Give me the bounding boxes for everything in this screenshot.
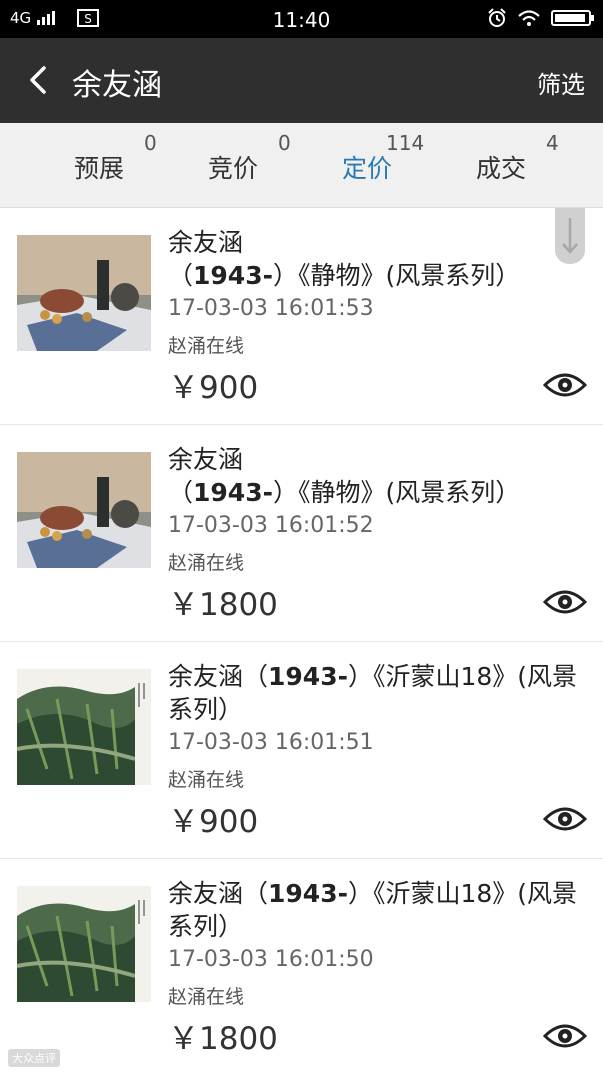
tab-bidding[interactable]: 竞价 0 [208,123,328,207]
item-seller: 赵涌在线 [168,335,245,357]
tab-bar: 预展 0 竞价 0 定价 114 成交 4 [0,123,603,208]
item-seller: 赵涌在线 [168,986,245,1008]
tab-preview[interactable]: 预展 0 [74,123,194,207]
eye-icon[interactable] [543,1022,587,1050]
tab-count: 0 [278,131,291,155]
list-item[interactable]: 余友涵（1943-）《静物》(风景系列） 17-03-03 16:01:52 赵… [0,425,603,642]
watermark: 大众点评 [8,1049,60,1067]
status-right [487,8,594,28]
tab-count: 0 [144,131,157,155]
item-title: 余友涵（1943-）《沂蒙山18》(风景系列） [168,662,578,724]
item-time: 17-03-03 16:01:52 [168,513,374,538]
item-title: 余友涵（1943-）《沂蒙山18》(风景系列） [168,879,578,941]
list-item[interactable]: 余友涵（1943-）《静物》(风景系列） 17-03-03 16:01:53 赵… [0,208,603,425]
eye-icon[interactable] [543,805,587,833]
artwork-thumbnail [17,235,151,351]
status-bar: 4G S 11:40 [0,0,603,38]
tab-count: 4 [546,131,559,155]
tab-label: 定价 [342,154,393,183]
eye-icon[interactable] [543,588,587,616]
item-price: ￥900 [168,370,259,406]
item-price: ￥1800 [168,1021,278,1057]
item-time: 17-03-03 16:01:53 [168,296,374,321]
artwork-thumbnail [17,452,151,568]
item-time: 17-03-03 16:01:51 [168,730,374,755]
wifi-icon [518,10,540,26]
artwork-thumbnail [17,669,151,785]
battery-icon [551,10,594,26]
page-title: 余友涵 [72,68,162,103]
eye-icon[interactable] [543,371,587,399]
item-title: 余友涵（1943-）《静物》(风景系列） [168,445,521,507]
item-price: ￥900 [168,804,259,840]
artwork-thumbnail [17,886,151,1002]
filter-button[interactable]: 筛选 [537,65,585,100]
tab-sold[interactable]: 成交 4 [476,123,596,207]
item-title: 余友涵（1943-）《静物》(风景系列） [168,228,521,290]
item-time: 17-03-03 16:01:50 [168,947,374,972]
list-item[interactable]: 余友涵（1943-）《沂蒙山18》(风景系列） 17-03-03 16:01:5… [0,859,603,1073]
item-price: ￥1800 [168,587,278,623]
item-seller: 赵涌在线 [168,552,245,574]
tab-count: 114 [386,131,425,155]
back-icon[interactable] [22,62,58,98]
tab-label: 成交 [476,154,527,183]
arrow-down-icon [562,218,578,254]
tab-label: 竞价 [208,154,259,183]
tab-fixed-price[interactable]: 定价 114 [342,123,462,207]
scroll-handle[interactable] [555,208,585,264]
app-header: 余友涵 筛选 [0,38,603,123]
list-item[interactable]: 余友涵（1943-）《沂蒙山18》(风景系列） 17-03-03 16:01:5… [0,642,603,859]
tab-label: 预展 [74,154,125,183]
alarm-icon [488,8,506,27]
item-seller: 赵涌在线 [168,769,245,791]
